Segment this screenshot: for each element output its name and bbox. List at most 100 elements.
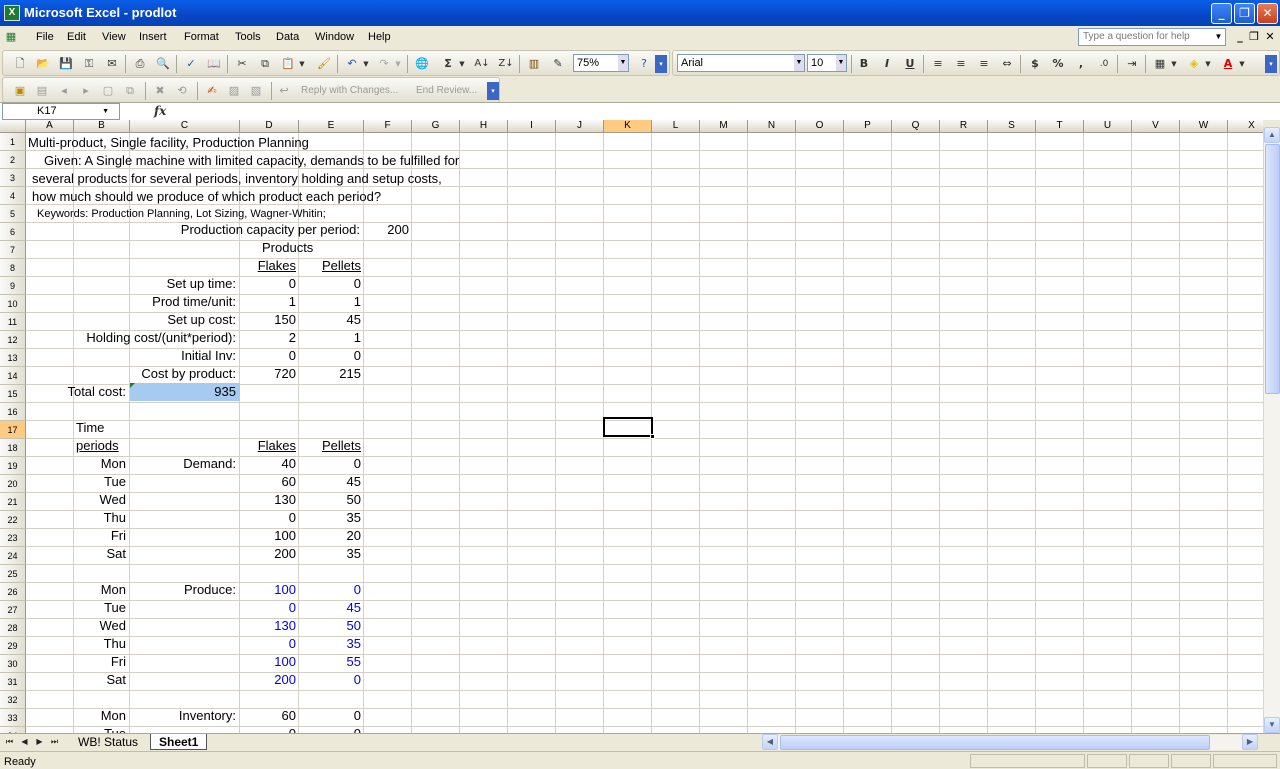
param-flakes[interactable]: 2 <box>241 329 296 346</box>
row-header-9[interactable]: 9 <box>0 277 26 295</box>
restore-button[interactable]: ❐ <box>1234 3 1255 24</box>
show-comment-icon[interactable]: ▢ <box>99 82 117 100</box>
spelling-icon[interactable]: ✓ <box>182 55 200 73</box>
last-sheet-icon[interactable]: ⏭ <box>49 736 60 748</box>
row-header-3[interactable]: 3 <box>0 169 26 187</box>
column-header-x[interactable]: X <box>1228 120 1263 133</box>
toolbar-options-icon[interactable]: ▾ <box>1265 55 1277 73</box>
demand-pellets[interactable]: 20 <box>300 527 361 544</box>
column-header-p[interactable]: P <box>844 120 892 133</box>
produce-flakes[interactable]: 200 <box>241 671 296 688</box>
doc-restore-icon[interactable]: ❐ <box>1247 30 1261 44</box>
demand-pellets[interactable]: 50 <box>300 491 361 508</box>
chart-wizard-icon[interactable]: ▥ <box>525 55 543 73</box>
given-line-2[interactable]: several products for several periods, in… <box>32 170 442 187</box>
param-pellets[interactable]: 0 <box>300 275 361 292</box>
column-header-f[interactable]: F <box>364 120 412 133</box>
row-header-18[interactable]: 18 <box>0 439 26 457</box>
redo-icon[interactable]: ↷ <box>375 55 393 73</box>
paste-dropdown-icon[interactable]: ▼ <box>297 55 307 73</box>
menu-window[interactable]: Window <box>315 31 354 43</box>
row-header-27[interactable]: 27 <box>0 601 26 619</box>
pellets-header[interactable]: Pellets <box>300 437 361 454</box>
sort-ascending-icon[interactable]: A↓ <box>473 55 491 73</box>
produce-pellets[interactable]: 0 <box>300 581 361 598</box>
demand-flakes[interactable]: 200 <box>241 545 296 562</box>
produce-flakes[interactable]: 0 <box>241 599 296 616</box>
row-header-2[interactable]: 2 <box>0 151 26 169</box>
param-label[interactable]: Set up time: <box>28 275 236 292</box>
font-size-combo[interactable]: 10 ▼ <box>807 54 847 72</box>
row-header-6[interactable]: 6 <box>0 223 26 241</box>
menu-format[interactable]: Format <box>184 31 219 43</box>
capacity-label[interactable]: Production capacity per period: <box>74 221 360 238</box>
column-header-g[interactable]: G <box>412 120 460 133</box>
produce-flakes[interactable]: 130 <box>241 617 296 634</box>
menu-view[interactable]: View <box>102 31 126 43</box>
name-box-dropdown-icon[interactable]: ▼ <box>102 104 109 119</box>
review-folder-icon[interactable]: ▣ <box>11 82 29 100</box>
column-header-c[interactable]: C <box>130 120 240 133</box>
row-header-26[interactable]: 26 <box>0 583 26 601</box>
new-icon[interactable]: 🗋 <box>11 55 29 73</box>
param-flakes[interactable]: 720 <box>241 365 296 382</box>
reply-with-changes-button[interactable]: Reply with Changes... <box>301 85 398 96</box>
column-header-q[interactable]: Q <box>892 120 940 133</box>
flakes-header[interactable]: Flakes <box>241 257 296 274</box>
format-painter-icon[interactable]: 🖌 <box>315 55 333 73</box>
print-preview-icon[interactable]: 🔍 <box>154 55 172 73</box>
produce-label[interactable]: Produce: <box>130 581 236 598</box>
row-header-20[interactable]: 20 <box>0 475 26 493</box>
param-label[interactable]: Set up cost: <box>28 311 236 328</box>
demand-day[interactable]: Fri <box>74 527 126 544</box>
inventory-pellets[interactable]: 0 <box>300 707 361 724</box>
param-label[interactable]: Holding cost/(unit*period): <box>28 329 236 346</box>
column-header-d[interactable]: D <box>240 120 299 133</box>
demand-flakes[interactable]: 130 <box>241 491 296 508</box>
total-cost-value[interactable]: 935 <box>130 383 236 400</box>
produce-flakes[interactable]: 100 <box>241 581 296 598</box>
row-header-33[interactable]: 33 <box>0 709 26 727</box>
bold-button[interactable]: B <box>855 55 873 73</box>
row-header-22[interactable]: 22 <box>0 511 26 529</box>
align-left-icon[interactable]: ≡ <box>929 55 947 73</box>
scroll-right-icon[interactable]: ▶ <box>1242 734 1258 750</box>
time-label[interactable]: Time <box>76 419 104 436</box>
prev-comment-icon[interactable]: ◂ <box>55 82 73 100</box>
demand-day[interactable]: Sat <box>74 545 126 562</box>
products-label[interactable]: Products <box>262 239 313 256</box>
column-header-u[interactable]: U <box>1084 120 1132 133</box>
indent-icon[interactable]: ⇥ <box>1123 55 1141 73</box>
scroll-up-icon[interactable]: ▲ <box>1264 127 1280 143</box>
param-pellets[interactable]: 1 <box>300 293 361 310</box>
row-header-25[interactable]: 25 <box>0 565 26 583</box>
row-header-29[interactable]: 29 <box>0 637 26 655</box>
row-header-30[interactable]: 30 <box>0 655 26 673</box>
next-sheet-icon[interactable]: ▶ <box>34 736 45 748</box>
demand-day[interactable]: Wed <box>74 491 127 508</box>
inventory-label[interactable]: Inventory: <box>130 707 236 724</box>
permission-icon[interactable]: ⚿ <box>80 55 98 73</box>
total-cost-label[interactable]: Total cost: <box>28 383 126 400</box>
undo-icon[interactable]: ↶ <box>343 55 361 73</box>
menu-edit[interactable]: Edit <box>67 31 86 43</box>
paste-icon[interactable]: 📋 <box>279 55 297 73</box>
row-header-17[interactable]: 17 <box>0 421 26 439</box>
column-header-j[interactable]: J <box>556 120 604 133</box>
copy-icon[interactable]: ⧉ <box>256 55 274 73</box>
row-header-16[interactable]: 16 <box>0 403 26 421</box>
produce-pellets[interactable]: 50 <box>300 617 361 634</box>
tab-sheet1[interactable]: Sheet1 <box>150 734 208 750</box>
produce-day[interactable]: Tue <box>74 599 126 616</box>
row-header-4[interactable]: 4 <box>0 187 26 205</box>
demand-flakes[interactable]: 0 <box>241 509 296 526</box>
menu-data[interactable]: Data <box>276 31 299 43</box>
menu-help[interactable]: Help <box>368 31 391 43</box>
row-header-12[interactable]: 12 <box>0 331 26 349</box>
cut-icon[interactable]: ✂ <box>233 55 251 73</box>
given-line-3[interactable]: how much should we produce of which prod… <box>32 188 381 205</box>
help-dropdown-icon[interactable]: ▼ <box>1212 29 1225 45</box>
help-search-input[interactable]: Type a question for help <box>1078 28 1226 46</box>
new-comment-icon[interactable]: ▤ <box>33 82 51 100</box>
column-header-v[interactable]: V <box>1132 120 1180 133</box>
